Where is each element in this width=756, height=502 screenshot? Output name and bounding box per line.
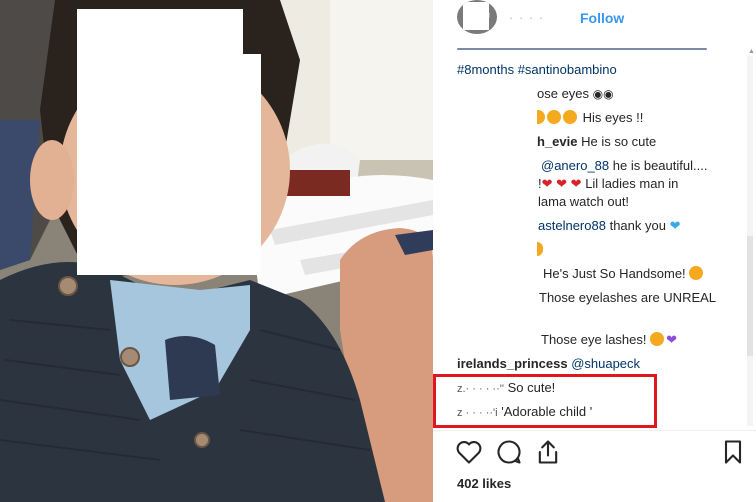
list-item: He's Just So Handsome!	[543, 266, 705, 282]
avatar-redaction	[463, 2, 489, 30]
heart-eyes-emoji-icon	[537, 110, 545, 124]
share-icon	[538, 440, 558, 464]
comment-mention[interactable]: @anero_88	[541, 158, 609, 173]
share-button[interactable]	[534, 438, 564, 468]
comment-text: ose eyes	[537, 86, 590, 101]
avatar[interactable]	[457, 0, 497, 34]
list-item: ose eyes ◉◉	[537, 86, 614, 102]
list-item: Those eyelashes are UNREAL	[539, 290, 716, 306]
comment-mention[interactable]: @shuapeck	[571, 356, 640, 371]
list-item: @anero_88 he is beautiful....	[541, 158, 707, 174]
post-photo	[0, 0, 433, 502]
list-item: astelnero88 thank you ❤	[538, 218, 680, 234]
caption-hashtags[interactable]: #8months #santinobambino	[457, 62, 617, 78]
comment-username[interactable]: h_evie	[537, 134, 577, 149]
username-masked[interactable]: · · · ·	[509, 10, 544, 25]
highlight-box	[433, 374, 657, 428]
comments-scrollbar[interactable]	[747, 56, 753, 426]
face-redaction	[77, 9, 243, 54]
post-header: · · · · Follow	[433, 0, 756, 40]
list-item: !❤ ❤ ❤ Lil ladies man in	[538, 176, 679, 191]
list-item: h_evie He is so cute	[537, 134, 656, 150]
scroll-up-icon[interactable]: ▲	[748, 48, 755, 55]
comment-text: He is so cute	[581, 134, 657, 149]
heart-emoji-icon: ❤	[567, 176, 582, 191]
purple-heart-emoji-icon: ❤	[666, 332, 678, 347]
comment-text: he is beautiful....	[612, 158, 708, 173]
heart-emoji-icon: ❤	[541, 176, 553, 191]
heart-eyes-emoji-icon	[563, 110, 577, 124]
divider	[433, 430, 756, 431]
comment-text: Those eyelashes are UNREAL	[539, 290, 717, 305]
face-redaction	[77, 54, 261, 275]
list-item: His eyes !!	[537, 110, 643, 126]
list-item	[537, 242, 545, 258]
eyes-emoji-icon: ◉◉	[592, 87, 614, 101]
follow-button[interactable]: Follow	[580, 10, 624, 26]
comment-mention[interactable]: astelnero88	[538, 218, 606, 233]
comment-text: Those eye lashes!	[541, 332, 647, 347]
emoji-icon	[537, 242, 543, 256]
save-button[interactable]	[719, 438, 749, 468]
blue-heart-emoji-icon: ❤	[669, 218, 681, 233]
comment-text-continued: lama watch out!	[538, 194, 630, 209]
comment-text: thank you	[609, 218, 666, 233]
heart-icon	[456, 441, 482, 464]
likes-count[interactable]: 402 likes	[457, 476, 511, 491]
comment-text: His eyes !!	[582, 110, 644, 125]
list-item: Those eye lashes! ❤	[541, 332, 677, 348]
list-item: irelands_princess @shuapeck	[457, 356, 640, 372]
comment-icon	[497, 440, 521, 464]
caption-cutoff-line	[457, 46, 707, 52]
bookmark-icon	[724, 440, 742, 464]
post-actions	[433, 438, 756, 472]
heart-emoji-icon: ❤	[552, 176, 568, 191]
comment-text: He's Just So Handsome!	[543, 266, 686, 281]
heart-eyes-emoji-icon	[650, 332, 665, 346]
heart-eyes-emoji-icon	[547, 110, 561, 124]
comment-username[interactable]: irelands_princess	[457, 356, 568, 371]
like-button[interactable]	[455, 438, 485, 468]
scrollbar-thumb[interactable]	[747, 236, 753, 356]
comment-button[interactable]	[495, 438, 525, 468]
heart-eyes-emoji-icon	[689, 266, 704, 280]
comment-text: Lil ladies man in	[585, 176, 679, 191]
comments-list: #8months #santinobambino ose eyes ◉◉ His…	[433, 40, 741, 430]
